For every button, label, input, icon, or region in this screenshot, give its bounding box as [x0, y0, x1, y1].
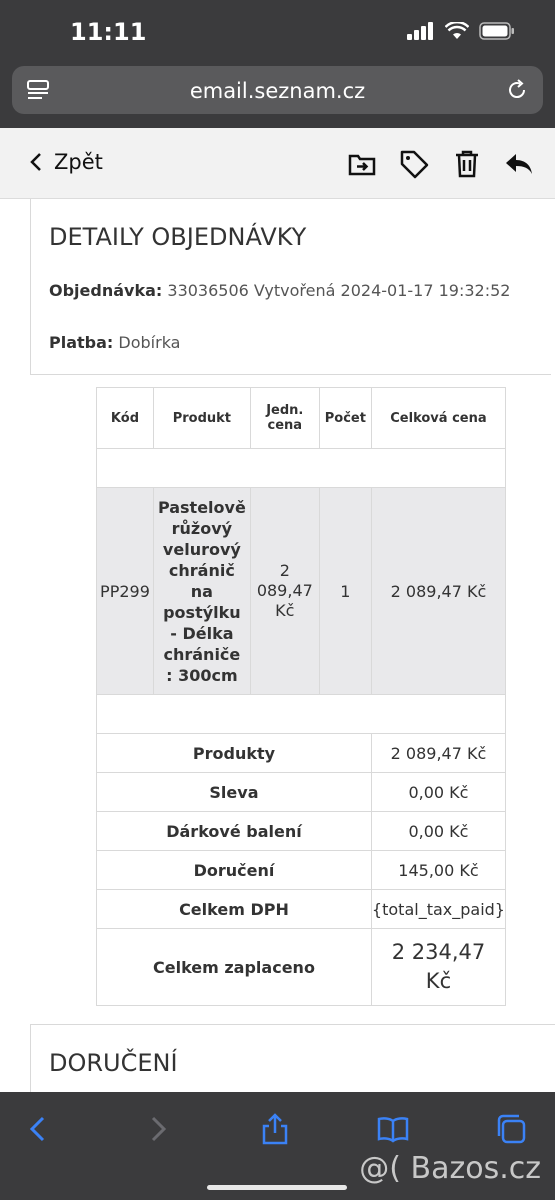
summary-value: 0,00 Kč [370, 811, 507, 851]
header-product: Produkt [152, 387, 251, 449]
summary-label: Produkty [96, 733, 372, 773]
summary-label: Doručení [96, 850, 372, 890]
mail-toolbar: Zpět [0, 128, 555, 199]
header-unit-price-label: Jedn. cena [266, 403, 304, 433]
payment-value: Dobírka [118, 333, 181, 352]
address-bar[interactable]: email.seznam.cz [12, 66, 543, 114]
summary-value: 0,00 Kč [370, 772, 507, 812]
table-header-row: Kód Produkt Jedn. cena Počet Celková cen… [96, 387, 507, 449]
summary-row: Celkem DPH {total_tax_paid} [96, 889, 507, 929]
summary-label: Dárkové balení [96, 811, 372, 851]
home-indicator [207, 1185, 347, 1190]
item-code: PP299 [96, 487, 154, 695]
reload-icon[interactable] [505, 78, 529, 102]
header-total: Celková cena [370, 387, 507, 449]
summary-value: 2 089,47 Kč [370, 733, 507, 773]
wifi-icon [445, 22, 469, 39]
move-to-folder-icon[interactable] [346, 148, 378, 180]
summary-label: Sleva [96, 772, 372, 812]
delivery-panel: DORUČENÍ [30, 1024, 555, 1092]
item-product: Pastelově růžový velurový chránič na pos… [152, 487, 251, 695]
order-details-panel: DETAILY OBJEDNÁVKY Objednávka: 33036506 … [30, 199, 551, 375]
payment-info: Platba: Dobírka [49, 333, 180, 352]
summary-row: Doručení 145,00 Kč [96, 850, 507, 890]
summary-value: 2 234,47 Kč [370, 928, 507, 1006]
summary-value: {total_tax_paid} [370, 889, 507, 929]
browser-bottom-toolbar: @( Bazos.cz [0, 1092, 555, 1200]
share-icon[interactable] [258, 1112, 292, 1146]
url-text[interactable]: email.seznam.cz [12, 79, 543, 103]
summary-value: 145,00 Kč [370, 850, 507, 890]
header-qty: Počet [318, 387, 372, 449]
summary-row: Sleva 0,00 Kč [96, 772, 507, 812]
order-details-title: DETAILY OBJEDNÁVKY [49, 223, 307, 251]
summary-row: Celkem zaplaceno 2 234,47 Kč [96, 928, 507, 1006]
spacer-row [96, 448, 506, 488]
trash-icon[interactable] [451, 148, 483, 180]
watermark: @( Bazos.cz [359, 1151, 541, 1186]
back-button[interactable]: Zpět [30, 150, 103, 174]
order-info: Objednávka: 33036506 Vytvořená 2024-01-1… [49, 281, 510, 300]
summary-row: Produkty 2 089,47 Kč [96, 733, 507, 773]
summary-label: Celkem zaplaceno [96, 928, 372, 1006]
status-icons [407, 22, 515, 40]
summary-row: Dárkové balení 0,00 Kč [96, 811, 507, 851]
item-unit-price: 2 089,47 Kč [249, 487, 320, 695]
order-table: Kód Produkt Jedn. cena Počet Celková cen… [96, 387, 507, 1006]
reply-icon[interactable] [503, 148, 535, 180]
browser-bar: email.seznam.cz [0, 62, 555, 128]
item-total: 2 089,47 Kč [370, 487, 507, 695]
item-qty: 1 [318, 487, 372, 695]
battery-icon [479, 22, 514, 40]
spacer-row [96, 694, 506, 734]
back-label: Zpět [54, 150, 103, 174]
forward-nav-icon[interactable] [140, 1112, 174, 1146]
status-time: 11:11 [70, 18, 147, 46]
chevron-left-icon [30, 153, 41, 171]
cellular-signal-icon [407, 22, 433, 40]
tabs-icon[interactable] [494, 1112, 528, 1146]
table-row: PP299 Pastelově růžový velurový chránič … [96, 487, 507, 695]
header-code: Kód [96, 387, 154, 449]
summary-label: Celkem DPH [96, 889, 372, 929]
status-bar: 11:11 [0, 0, 555, 62]
email-body: DETAILY OBJEDNÁVKY Objednávka: 33036506 … [0, 199, 555, 1092]
delivery-title: DORUČENÍ [49, 1049, 178, 1077]
tag-icon[interactable] [398, 148, 430, 180]
bookmarks-icon[interactable] [376, 1112, 410, 1146]
back-nav-icon[interactable] [22, 1112, 56, 1146]
order-value: 33036506 Vytvořená 2024-01-17 19:32:52 [167, 281, 511, 300]
header-unit-price: Jedn. cena [249, 387, 320, 449]
order-label: Objednávka: [49, 281, 163, 300]
payment-label: Platba: [49, 333, 114, 352]
